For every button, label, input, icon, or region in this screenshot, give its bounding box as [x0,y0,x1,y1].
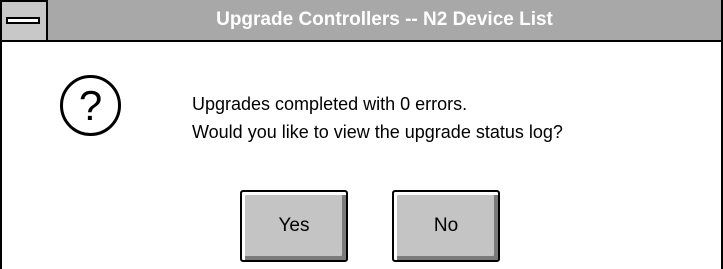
system-menu-button[interactable] [2,0,48,40]
dialog-message: Upgrades completed with 0 errors. Would … [192,90,563,146]
system-menu-bar-icon [6,17,40,24]
no-button[interactable]: No [392,190,500,262]
svg-text:?: ? [79,82,102,129]
message-line-1: Upgrades completed with 0 errors. [192,94,468,114]
message-line-2: Would you like to view the upgrade statu… [192,122,563,142]
question-icon: ? [60,75,121,136]
dialog-window: Upgrade Controllers -- N2 Device List ? … [0,0,723,269]
yes-button[interactable]: Yes [240,190,348,262]
window-title: Upgrade Controllers -- N2 Device List [216,9,553,30]
title-bar: Upgrade Controllers -- N2 Device List [2,0,721,42]
